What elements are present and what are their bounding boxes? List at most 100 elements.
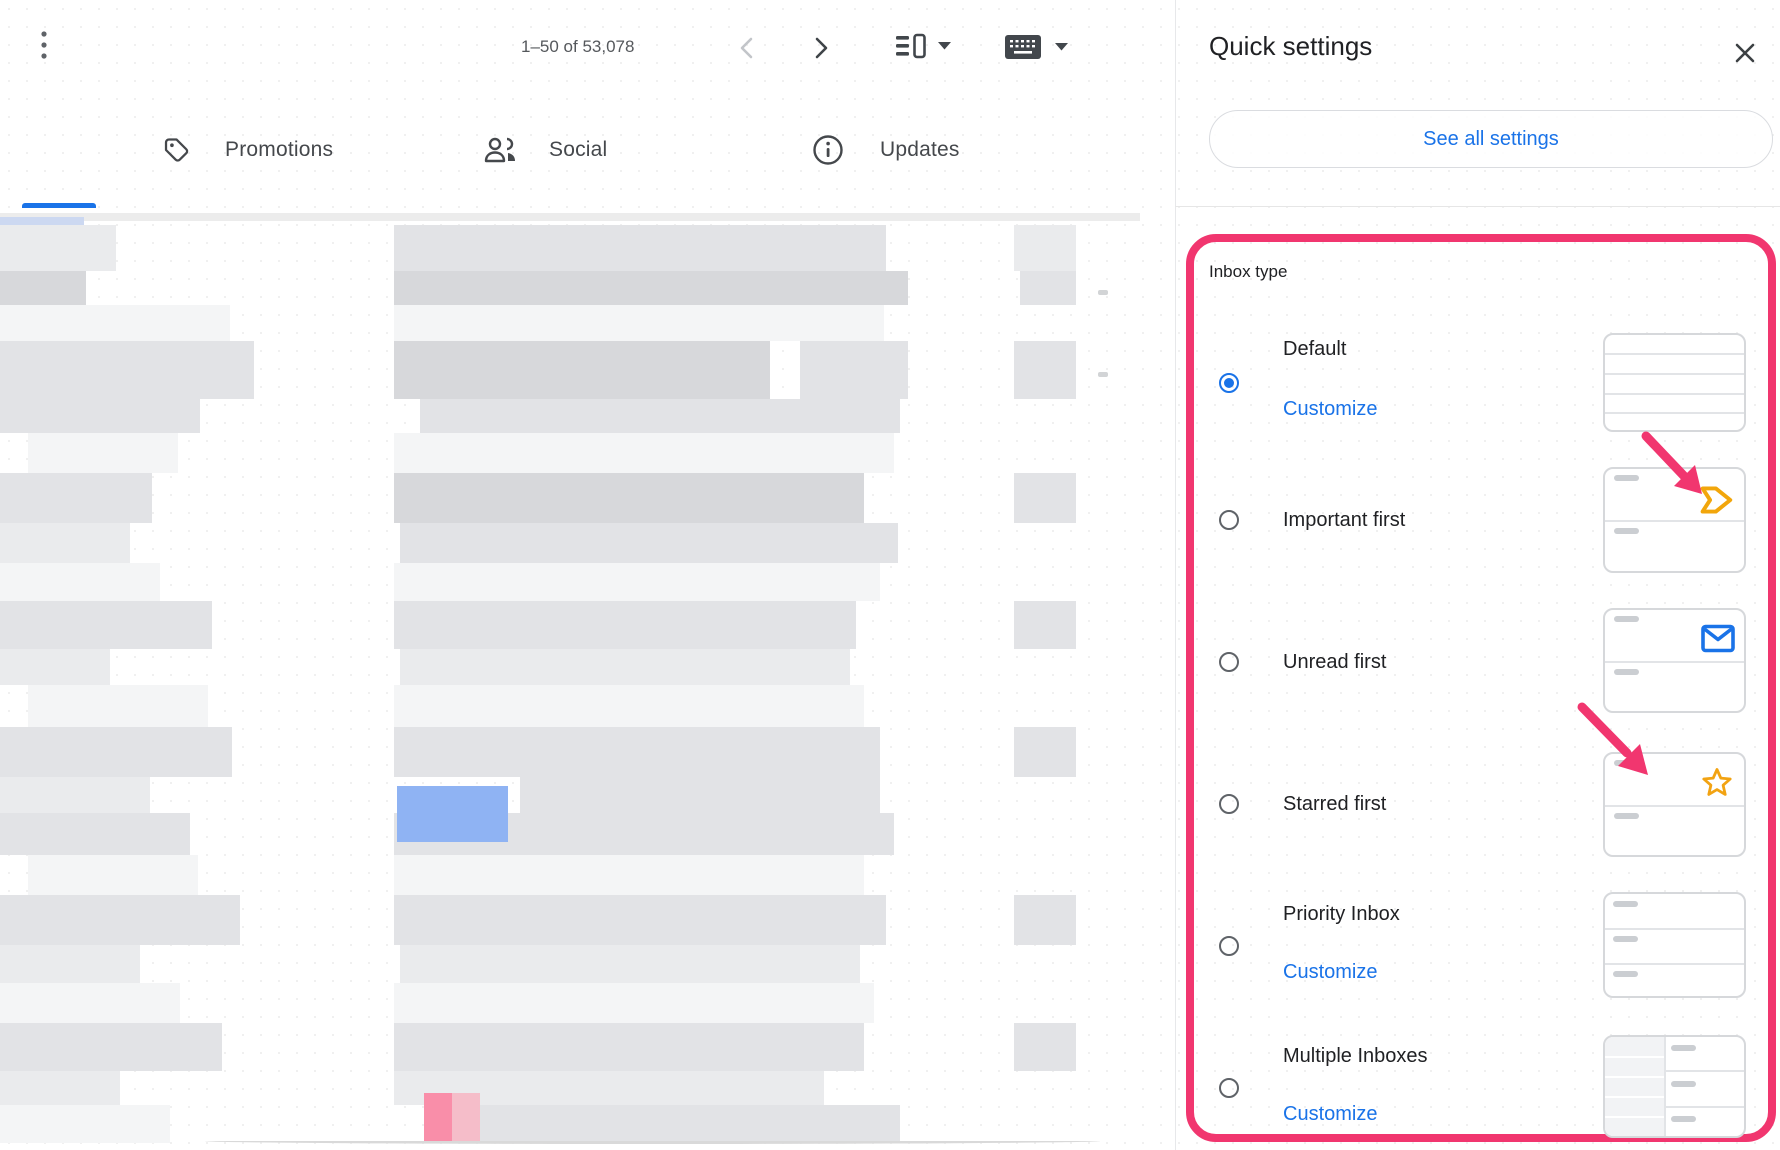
blurred-block [0,217,84,225]
email-list-blurred [0,0,1140,1150]
blurred-block [394,225,886,271]
radio-priority-inbox[interactable] [1219,936,1239,956]
blurred-block [0,1071,120,1105]
blurred-block [1020,271,1076,305]
thumb-divider [1605,805,1744,807]
panel-divider [1175,206,1780,207]
blurred-block [0,563,160,601]
panel-title: Quick settings [1209,31,1372,62]
blurred-block [394,433,894,473]
blurred-block [400,523,898,563]
annotation-arrow-icon [1638,428,1710,502]
thumb-text-pill [1671,1116,1696,1122]
option-default-label[interactable]: Default [1283,336,1346,362]
blurred-block [0,213,1140,221]
thumb-divider [1664,1037,1666,1136]
thumb-priority-inbox [1603,892,1746,998]
blurred-block [0,225,116,271]
thumb-divider [1664,1070,1744,1072]
thumb-multiple-inboxes [1603,1035,1746,1138]
radio-important-first[interactable] [1219,510,1239,530]
blurred-block [0,1105,170,1143]
scrollbar-mark [1098,290,1108,295]
radio-starred-first[interactable] [1219,794,1239,814]
blurred-block [394,727,880,777]
blurred-block [1014,341,1076,399]
option-unread-first-label[interactable]: Unread first [1283,649,1386,675]
blurred-block [28,855,198,895]
blurred-block [0,813,190,855]
thumb-divider [1605,661,1744,663]
thumb-divider [1605,412,1744,414]
annotation-arrow-icon [1573,698,1657,782]
blurred-block [0,341,254,399]
blurred-block [397,786,508,842]
blurred-block [1014,225,1076,271]
thumb-text-pill [1614,813,1639,819]
thumb-divider [1664,1106,1744,1108]
option-multiple-inboxes-label[interactable]: Multiple Inboxes [1283,1043,1428,1069]
radio-unread-first[interactable] [1219,652,1239,672]
blurred-block [394,305,884,341]
blurred-block [0,601,212,649]
thumb-text-pill [1613,971,1638,977]
blurred-block [0,523,130,563]
blurred-block [800,341,908,399]
thumb-divider [1605,928,1744,930]
thumb-text-pill [1671,1045,1696,1051]
blurred-block [0,777,150,813]
customize-multiple-link[interactable]: Customize [1283,1101,1377,1127]
thumb-text-pill [1614,669,1639,675]
blurred-block [0,399,200,433]
blurred-block [0,305,230,341]
thumb-divider [1605,963,1744,965]
blurred-block [1014,1023,1076,1071]
thumb-divider [1605,353,1744,355]
option-important-first-label[interactable]: Important first [1283,507,1405,533]
see-all-settings-button[interactable]: See all settings [1209,110,1773,168]
blurred-block [394,601,856,649]
thumb-text-pill [1614,475,1639,481]
option-priority-inbox-label[interactable]: Priority Inbox [1283,901,1400,927]
blurred-block [1014,727,1076,777]
option-starred-first-label[interactable]: Starred first [1283,791,1386,817]
blurred-block [0,1023,222,1071]
thumb-divider [1605,393,1744,395]
blurred-block [424,1093,452,1142]
blurred-block [400,649,850,685]
star-icon [1700,766,1734,799]
inbox-type-section-label: Inbox type [1209,262,1287,282]
radio-multiple-inboxes[interactable] [1219,1078,1239,1098]
blurred-block [394,473,864,523]
blurred-block [394,1023,864,1071]
thumb-divider [1605,373,1744,375]
thumb-text-pill [1613,936,1638,942]
blurred-block [520,777,880,813]
thumb-text-pill [1671,1081,1696,1087]
blurred-block [0,895,240,945]
customize-priority-link[interactable]: Customize [1283,959,1377,985]
blurred-block [0,649,110,685]
close-panel-button[interactable] [1728,36,1762,70]
blurred-block [394,341,770,399]
blurred-block [394,685,864,727]
blurred-block [394,983,874,1023]
blurred-block [0,727,232,777]
blurred-block [28,685,208,727]
list-end-shadow [205,1138,1100,1144]
unread-envelope-icon [1701,624,1735,653]
see-all-settings-label: See all settings [1423,128,1559,151]
customize-default-link[interactable]: Customize [1283,396,1377,422]
blurred-block [0,983,180,1023]
blurred-block [0,271,86,305]
blurred-block [394,855,864,895]
blurred-block [0,945,140,983]
close-icon [1733,41,1757,65]
blurred-block [452,1093,480,1142]
radio-default[interactable] [1219,373,1239,393]
blurred-block [420,399,900,433]
blurred-block [394,895,886,945]
thumb-left-column [1605,1037,1664,1136]
thumb-row-gap [1605,1116,1664,1118]
blurred-block [1014,473,1076,523]
